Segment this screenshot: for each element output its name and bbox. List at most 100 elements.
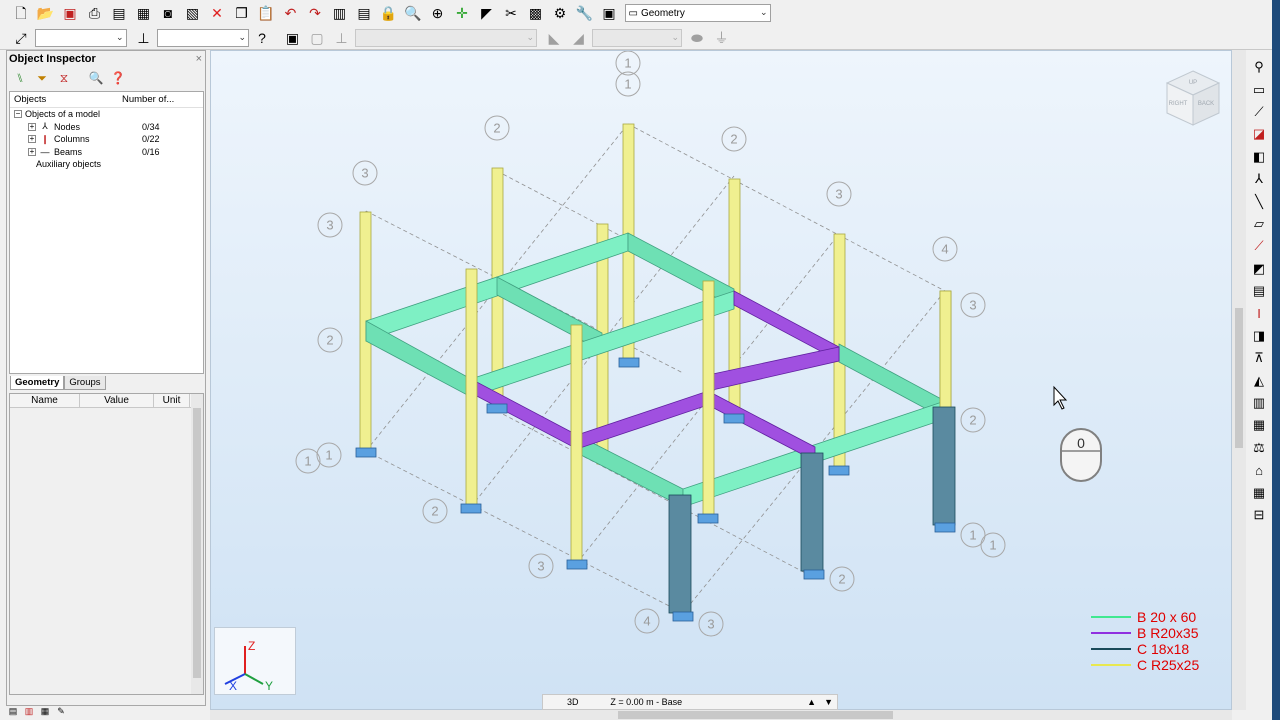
scrollbar-thumb[interactable]: [193, 408, 201, 678]
display-icon[interactable]: ▣: [282, 27, 304, 49]
column[interactable]: [570, 324, 583, 566]
layout-icon[interactable]: ▣: [598, 2, 620, 24]
viewport-horizontal-scrollbar[interactable]: [210, 710, 1232, 720]
undo-icon[interactable]: ↶: [280, 2, 302, 24]
offsets-icon[interactable]: ▤: [1248, 280, 1270, 302]
tree-item-auxiliary[interactable]: Auxiliary objects: [10, 158, 203, 171]
result-combo[interactable]: ⌄: [592, 28, 682, 47]
column[interactable]: [939, 290, 952, 412]
load-table-icon[interactable]: ▥: [1248, 392, 1270, 414]
settings-icon[interactable]: ⚙: [549, 2, 571, 24]
expand-icon[interactable]: +: [28, 135, 36, 144]
tree-item-columns[interactable]: + ❙ Columns 0/22: [10, 133, 203, 146]
section-i-icon[interactable]: I: [1248, 302, 1270, 324]
support[interactable]: [934, 522, 956, 533]
redo-icon[interactable]: ↷: [304, 2, 326, 24]
bar-section-icon[interactable]: ⊥: [133, 27, 155, 49]
expand-icon[interactable]: +: [28, 122, 36, 131]
support[interactable]: [803, 569, 825, 580]
group-icon[interactable]: ▩: [525, 2, 547, 24]
line-icon[interactable]: ╲: [1248, 190, 1270, 212]
layout-select[interactable]: ▭ Geometry ⌄: [624, 4, 771, 22]
level-down-icon[interactable]: ▼: [820, 697, 837, 707]
structure-icon[interactable]: ⌂: [1248, 459, 1270, 481]
section-combo[interactable]: ⌄: [157, 28, 249, 47]
calc-icon[interactable]: ▦: [38, 706, 52, 718]
tables-icon[interactable]: ▥: [329, 2, 351, 24]
tree-item-beams[interactable]: + — Beams 0/16: [10, 146, 203, 159]
design-icon[interactable]: ⊟: [1248, 504, 1270, 526]
support[interactable]: [460, 503, 482, 514]
animation-icon[interactable]: ⏚: [711, 27, 733, 49]
tree-item-nodes[interactable]: + ⅄ Nodes 0/34: [10, 121, 203, 134]
save-icon[interactable]: ▣: [59, 2, 81, 24]
column[interactable]: [702, 280, 715, 522]
zoom-window-icon[interactable]: ⊕: [427, 2, 449, 24]
sections-icon[interactable]: ▭: [1248, 78, 1270, 100]
load-case-combo[interactable]: ⌄: [355, 28, 537, 47]
table-icon[interactable]: ▦: [1248, 481, 1270, 503]
support[interactable]: [828, 465, 850, 476]
materials-icon[interactable]: ◧: [1248, 146, 1270, 168]
support[interactable]: [566, 559, 588, 570]
open-icon[interactable]: 📂: [35, 2, 57, 24]
tab-geometry[interactable]: Geometry: [10, 376, 65, 390]
combinations-icon[interactable]: ▦: [1248, 414, 1270, 436]
print-screen-icon[interactable]: ▦: [133, 2, 155, 24]
model-viewport[interactable]: 1 1 2 2 3 3 3 4 3 2 2 1 1 2 1 1 3 2 4 3: [210, 50, 1232, 710]
clipboard-icon[interactable]: 📋: [255, 2, 277, 24]
bars-icon[interactable]: ⟋: [1248, 101, 1270, 123]
help-icon[interactable]: ❓: [109, 69, 127, 87]
deformation-icon[interactable]: ⬬: [686, 27, 708, 49]
selection-icon[interactable]: ⤢: [10, 27, 32, 49]
delete-icon[interactable]: ✕: [206, 2, 228, 24]
beam[interactable]: [707, 346, 840, 392]
new-icon[interactable]: 🗋: [10, 2, 32, 24]
view-cube[interactable]: UP RIGHT BACK: [1163, 69, 1223, 129]
diagram-icon[interactable]: ◣: [543, 27, 565, 49]
support[interactable]: [723, 413, 745, 424]
zoom-icon[interactable]: 🔍: [402, 2, 424, 24]
layout-icon[interactable]: ▤: [6, 706, 20, 718]
expand-icon[interactable]: +: [28, 147, 36, 156]
result-icon[interactable]: ◢: [568, 27, 590, 49]
column[interactable]: [668, 494, 692, 614]
screen-capture-icon[interactable]: ◙: [157, 2, 179, 24]
column[interactable]: [800, 452, 824, 572]
solids-icon[interactable]: ◨: [1248, 325, 1270, 347]
copy-icon[interactable]: ❐: [231, 2, 253, 24]
selection-combo[interactable]: ⌄: [34, 28, 127, 47]
load-case-icon[interactable]: ⊥: [331, 27, 353, 49]
print-preview-icon[interactable]: ▤: [108, 2, 130, 24]
panels-icon[interactable]: ▱: [1248, 213, 1270, 235]
view-mode[interactable]: 3D: [563, 697, 606, 707]
report-icon[interactable]: ▥: [22, 706, 36, 718]
releases-icon[interactable]: ⅄: [1248, 168, 1270, 190]
meshing-icon[interactable]: ◭: [1248, 369, 1270, 391]
beam[interactable]: [496, 276, 603, 352]
analysis-icon[interactable]: ⚖: [1248, 437, 1270, 459]
tools-icon[interactable]: 🔧: [574, 2, 596, 24]
print-icon[interactable]: ⎙: [84, 2, 106, 24]
member-icon[interactable]: ◤: [476, 2, 498, 24]
filter-tree-icon[interactable]: ⑊: [11, 69, 29, 87]
lock-icon[interactable]: 🔒: [378, 2, 400, 24]
disabled-tool-icon[interactable]: ▢: [306, 27, 328, 49]
beam[interactable]: [707, 390, 816, 462]
properties-scrollbar[interactable]: [191, 394, 203, 694]
cut-icon[interactable]: ✂: [500, 2, 522, 24]
level-up-icon[interactable]: ▲: [803, 697, 820, 707]
column[interactable]: [465, 268, 478, 510]
beam[interactable]: [365, 320, 472, 398]
support[interactable]: [697, 513, 719, 524]
close-icon[interactable]: ×: [196, 51, 202, 67]
filter-icon[interactable]: ⏷: [33, 69, 51, 87]
support[interactable]: [618, 357, 640, 368]
properties-icon[interactable]: ▤: [353, 2, 375, 24]
scrollbar-thumb[interactable]: [618, 711, 893, 719]
nodes-icon[interactable]: ⚲: [1248, 56, 1270, 78]
scrollbar-thumb[interactable]: [1235, 308, 1243, 448]
cables-icon[interactable]: ⊼: [1248, 347, 1270, 369]
tab-groups[interactable]: Groups: [64, 376, 106, 390]
column[interactable]: [932, 406, 956, 526]
